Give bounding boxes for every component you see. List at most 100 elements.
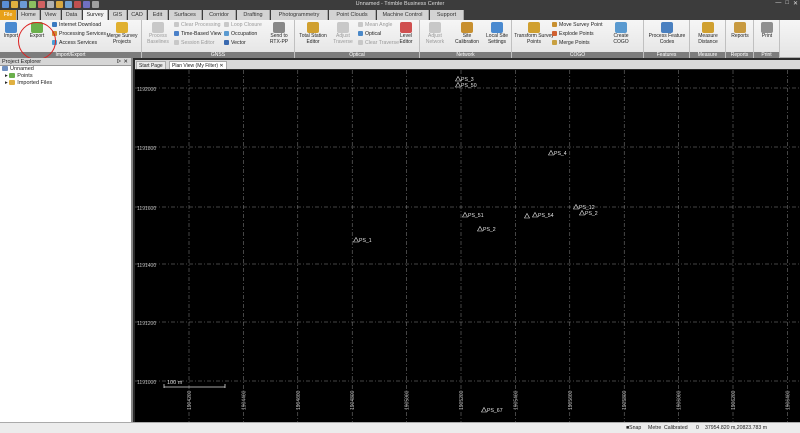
adjust-traverse-button[interactable]: Adjust Traverse [330,22,356,45]
close-panel-icon[interactable]: ✕ [123,58,128,66]
pin-icon[interactable]: ᐅ [117,58,121,66]
project-explorer-header: Project Explorer ᐅ ✕ [0,58,131,66]
export-button[interactable]: Export [26,22,48,40]
process-baselines-button[interactable]: Process Baselines [144,22,172,45]
time-based-view-button[interactable]: Time-Based View [174,31,221,37]
site-calibration-label: Site Calibration [455,33,479,45]
group-label-gnss: GNSS [142,52,294,58]
tab-surfaces[interactable]: Surfaces [169,10,202,20]
survey-point-label: PS_2 [585,211,598,217]
vector-button[interactable]: Vector [224,40,246,46]
status-bar: ■ Snap Metre Calibrated 0 37954.820 m,20… [0,422,800,433]
x-axis-label: 1905400 [513,390,519,410]
explode-points-button[interactable]: Explode Points [552,31,594,37]
adjust-traverse-label: Adjust Traverse [333,33,353,45]
explode-points-label: Explode Points [559,31,594,37]
minimize-button[interactable]: — [775,0,781,7]
x-axis-label: 1906400 [785,390,791,410]
tree-root-label: Unnamed [10,66,34,72]
clear-traverse-icon [358,40,363,45]
total-station-editor-label: Total Station Editor [299,33,327,45]
mean-angle-button[interactable]: Mean Angle [358,22,392,28]
plan-view-graphics: 1192000 1191800 1191600 1191400 1191200 11910… [135,70,800,422]
tab-photogrammetry[interactable]: Photogrammetry [271,10,328,20]
tab-machine-control[interactable]: Machine Control [377,10,429,20]
total-station-editor-button[interactable]: Total Station Editor [297,22,329,45]
optical-button[interactable]: Optical [358,31,381,37]
group-label-optical: Optical [295,52,419,58]
close-button[interactable]: ✕ [793,0,798,7]
survey-point-marker [523,212,531,219]
processing-services-button[interactable]: Processing Services [52,31,106,37]
maximize-button[interactable]: □ [785,0,789,7]
tab-cad[interactable]: CAD [128,10,147,20]
tab-view[interactable]: View [41,10,61,20]
close-tab-icon[interactable]: ✕ [219,63,223,69]
merge-points-icon [552,40,557,45]
move-survey-point-button[interactable]: Move Survey Point [552,22,603,28]
measure-distance-button[interactable]: Measure Distance [692,22,724,45]
clear-traverse-button[interactable]: Clear Traverse [358,40,399,46]
site-calibration-button[interactable]: Site Calibration [452,22,482,45]
calibration-icon [461,22,473,33]
tab-plan-view[interactable]: Plan View (My Filter) ✕ [169,61,227,69]
merge-points-label: Merge Points [559,40,590,46]
session-editor-button[interactable]: Session Editor [174,40,214,46]
x-axis-label: 1905000 [405,390,411,410]
loop-closure-button[interactable]: Loop Closure [224,22,262,28]
print-button[interactable]: Print [756,22,778,40]
tab-gis[interactable]: GIS [109,10,127,20]
group-gnss: Process Baselines Clear Processing Time-… [142,20,295,58]
tree-item-points-label: Points [17,73,33,79]
tab-home[interactable]: Home [18,10,40,20]
local-site-settings-label: Local Site Settings [486,33,508,45]
calibration-status: Calibrated [664,425,688,431]
local-site-settings-button[interactable]: Local Site Settings [484,22,510,45]
tab-point-clouds[interactable]: Point Clouds [329,10,376,20]
internet-download-label: Internet Download [59,22,102,28]
export-label: Export [29,33,45,39]
internet-download-button[interactable]: Internet Download [52,22,101,28]
clear-processing-label: Clear Processing [181,22,221,28]
document-tabs: Start Page Plan View (My Filter) ✕ [135,60,800,69]
tab-data[interactable]: Data [62,10,82,20]
access-services-button[interactable]: Access Services [52,40,97,46]
group-reports: Reports Reports [726,20,754,58]
send-to-rtx-button[interactable]: Send to RTX-PP [266,22,292,45]
plan-view-canvas[interactable]: 1192000 1191800 1191600 1191400 1191200 11910… [135,70,800,422]
selection-count: 0 [696,425,699,431]
snap-indicator[interactable]: ■ Snap [626,423,641,433]
points-icon [9,73,16,78]
group-optical: Total Station Editor Adjust Traverse Mea… [295,20,420,58]
group-cogo: Transform Survey Points Move Survey Poin… [512,20,644,58]
y-axis-label: 1191400 [137,263,156,269]
transform-survey-points-button[interactable]: Transform Survey Points [514,22,554,45]
create-cogo-button[interactable]: Create COGO [608,22,634,45]
reports-button[interactable]: Reports [728,22,752,40]
vector-icon [224,40,229,45]
tab-drafting[interactable]: Drafting [237,10,270,20]
baselines-icon [152,22,164,33]
tree-root[interactable]: Unnamed [0,66,131,73]
merge-points-button[interactable]: Merge Points [552,40,590,46]
tree-item-points[interactable]: ▸ Points [0,73,131,80]
import-button[interactable]: Import [3,22,19,40]
optical-icon [358,31,363,36]
project-icon [2,66,8,71]
y-axis-label: 1191000 [137,380,156,386]
tab-edit[interactable]: Edit [148,10,168,20]
tab-support[interactable]: Support [430,10,464,20]
occupation-button[interactable]: Occupation [224,31,257,37]
level-editor-button[interactable]: Level Editor [395,22,417,45]
tree-item-imported-files[interactable]: ▸ Imported Files [0,80,131,87]
loop-icon [224,22,229,27]
tab-corridor[interactable]: Corridor [203,10,236,20]
adjust-network-button[interactable]: Adjust Network [422,22,448,45]
x-axis-label: 1906200 [731,390,737,410]
x-axis-label: 1905600 [568,390,574,410]
tab-start-page[interactable]: Start Page [136,61,166,69]
clear-processing-button[interactable]: Clear Processing [174,22,221,28]
process-feature-codes-button[interactable]: Process Feature Codes [646,22,688,45]
merge-survey-projects-button[interactable]: Merge Survey Projects [106,22,138,45]
tab-file[interactable]: File [0,10,17,20]
